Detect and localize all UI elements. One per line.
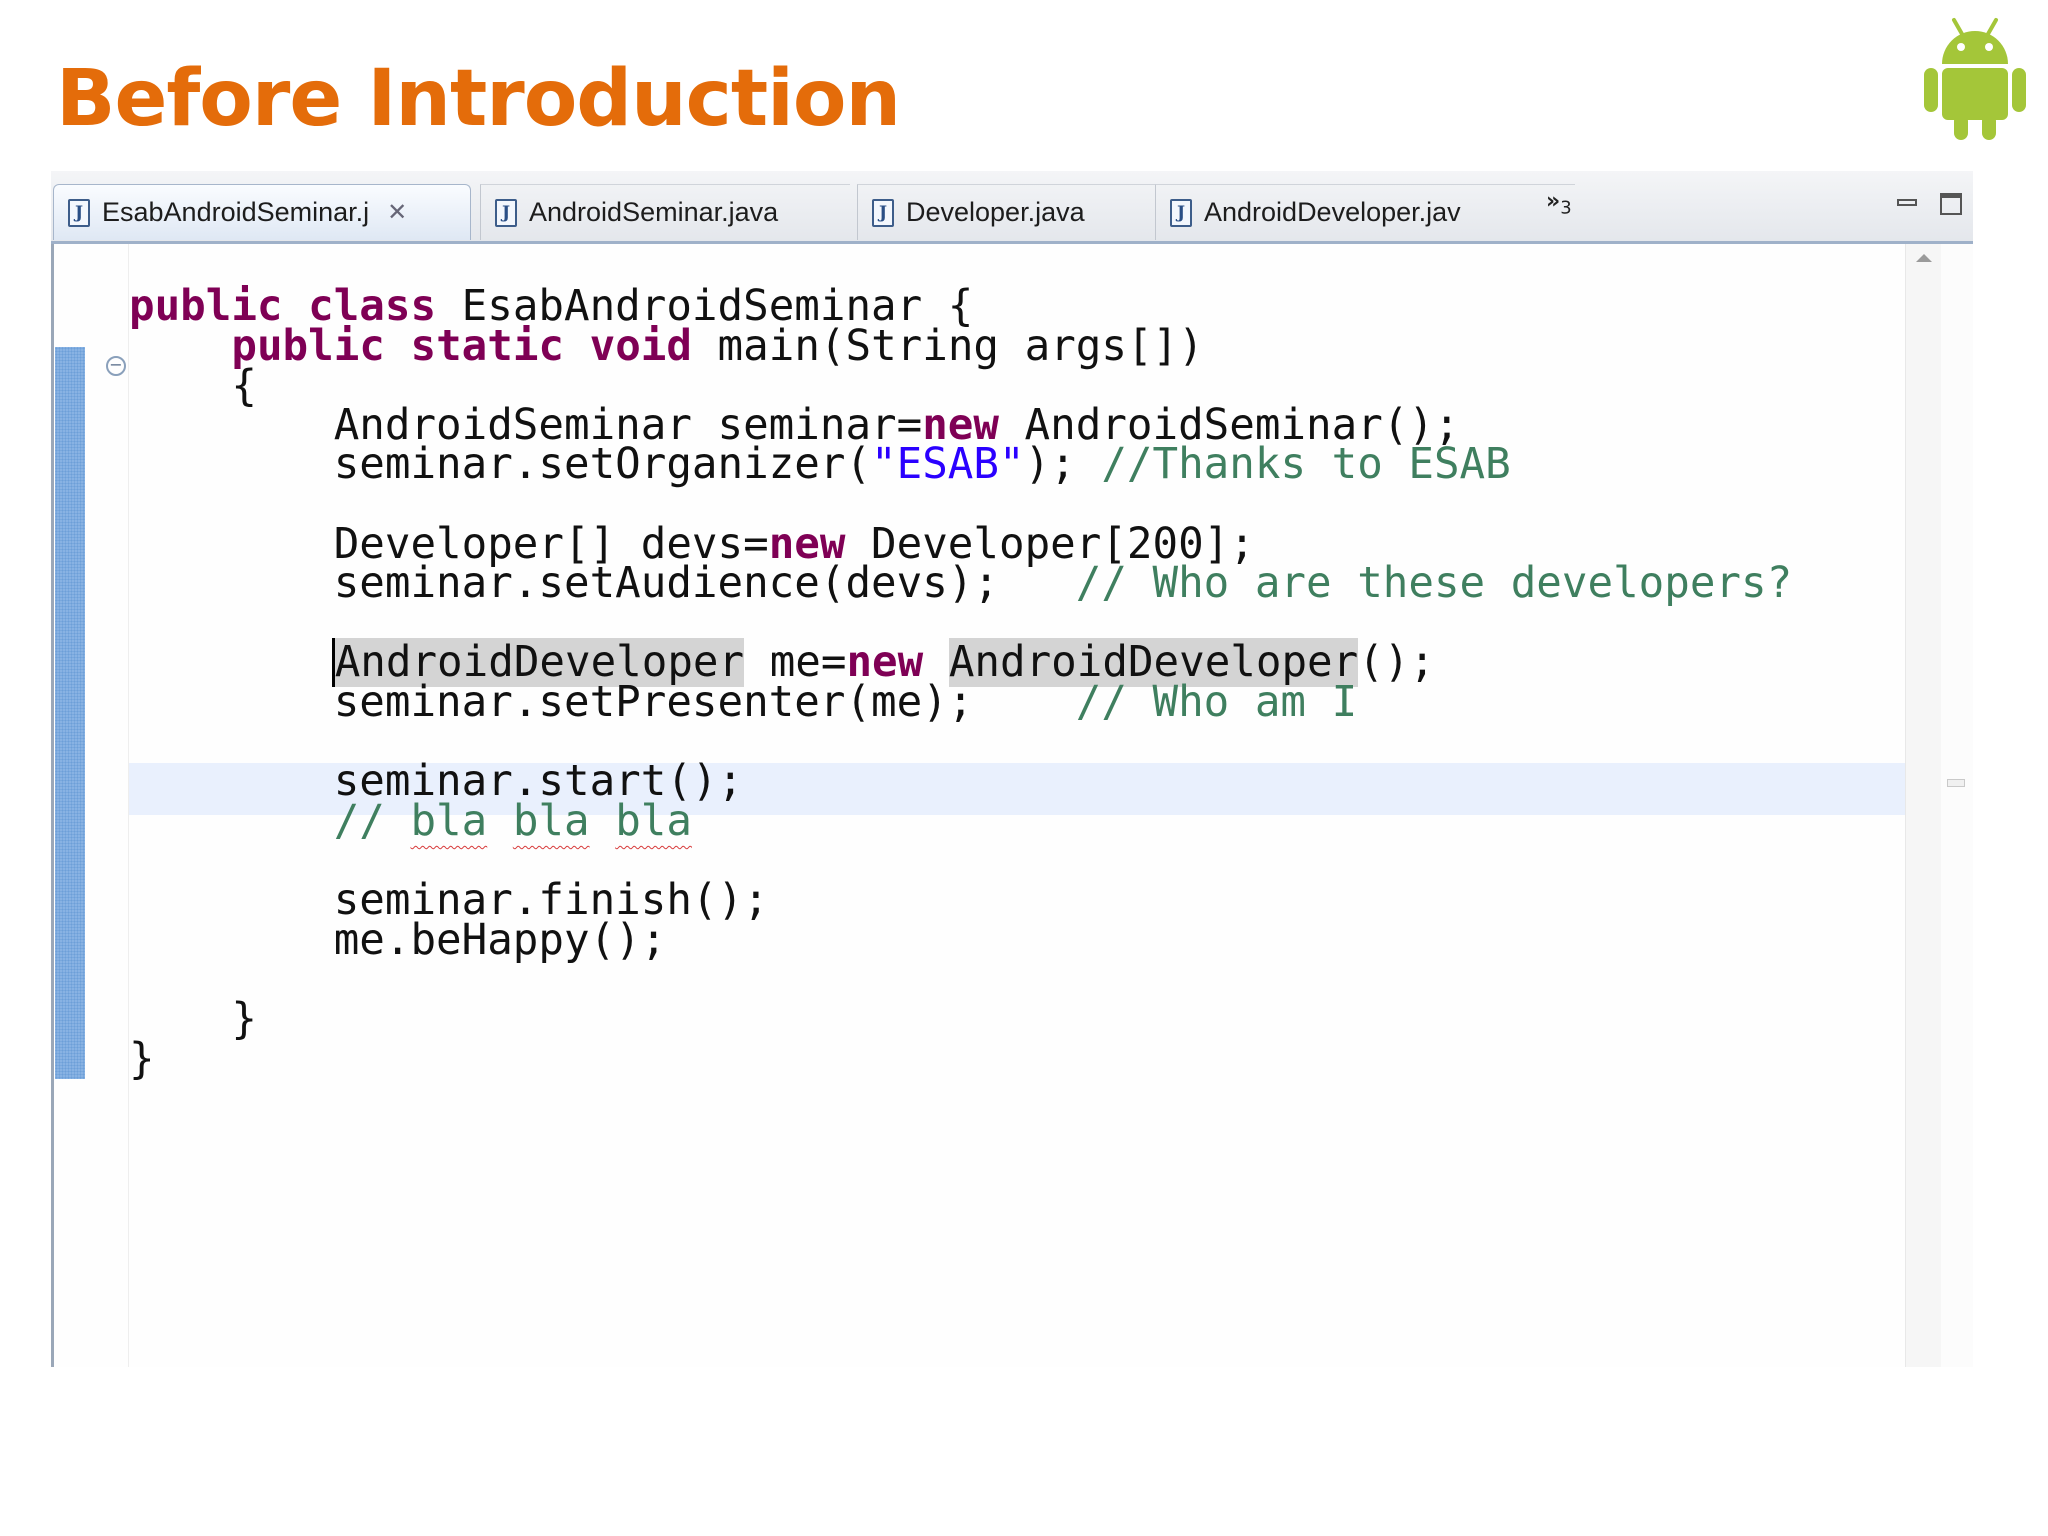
fold-collapse-icon[interactable]: − xyxy=(106,356,126,376)
tab-label: EsabAndroidSeminar.j xyxy=(102,197,370,227)
android-robot-icon xyxy=(1924,18,2026,140)
code-text-area[interactable]: public class EsabAndroidSeminar { public… xyxy=(128,244,1959,1367)
spelling-warning: bla xyxy=(410,797,488,846)
tab-developer[interactable]: J Developer.java xyxy=(857,184,1157,240)
scroll-up-arrow-icon[interactable] xyxy=(1916,254,1932,262)
slide-title: Before Introduction xyxy=(56,54,901,144)
close-tab-icon[interactable]: ✕ xyxy=(387,198,407,227)
tab-android-seminar[interactable]: J AndroidSeminar.java xyxy=(480,184,850,240)
code-editor[interactable]: − public class EsabAndroidSeminar { publ… xyxy=(51,244,1973,1367)
java-file-icon: J xyxy=(872,198,894,227)
maximize-icon[interactable] xyxy=(1940,193,1962,215)
hidden-tab-count: 3 xyxy=(1560,197,1572,219)
spelling-warning: bla xyxy=(615,797,692,846)
code-line-15: } xyxy=(129,1035,155,1084)
java-file-icon: J xyxy=(1170,198,1192,227)
code-line-2: public static void main(String args[]) xyxy=(231,322,1204,371)
minimize-icon[interactable] xyxy=(1897,193,1919,215)
code-line-5: seminar.setOrganizer("ESAB"); //Thanks t… xyxy=(129,440,1511,489)
occurrence-marker[interactable] xyxy=(1947,779,1965,787)
tab-label: Developer.java xyxy=(906,197,1085,227)
java-file-icon: J xyxy=(495,198,517,227)
overview-ruler[interactable] xyxy=(1941,244,1973,1367)
code-line-11: // bla bla bla xyxy=(333,797,692,846)
chevron-double-right-icon: » xyxy=(1546,189,1561,214)
code-line-9: seminar.setPresenter(me); // Who am I xyxy=(129,678,1358,727)
tab-overflow-button[interactable]: »3 xyxy=(1546,189,1572,218)
code-line-13: me.beHappy(); xyxy=(129,916,667,965)
editor-border xyxy=(51,244,54,1367)
vertical-scrollbar[interactable] xyxy=(1905,244,1942,1367)
tab-esab-android-seminar[interactable]: J EsabAndroidSeminar.j ✕ xyxy=(53,184,471,240)
tab-label: AndroidDeveloper.jav xyxy=(1204,197,1461,227)
tab-label: AndroidSeminar.java xyxy=(529,197,779,227)
spelling-warning: bla xyxy=(512,797,590,846)
editor-tab-bar: J EsabAndroidSeminar.j ✕ J AndroidSemina… xyxy=(51,171,1973,244)
java-file-icon: J xyxy=(68,198,90,227)
change-ruler xyxy=(55,347,85,1079)
tab-android-developer[interactable]: J AndroidDeveloper.jav xyxy=(1155,184,1575,240)
java-editor-window: J EsabAndroidSeminar.j ✕ J AndroidSemina… xyxy=(51,171,1973,1367)
code-line-7: seminar.setAudience(devs); // Who are th… xyxy=(129,559,1793,608)
